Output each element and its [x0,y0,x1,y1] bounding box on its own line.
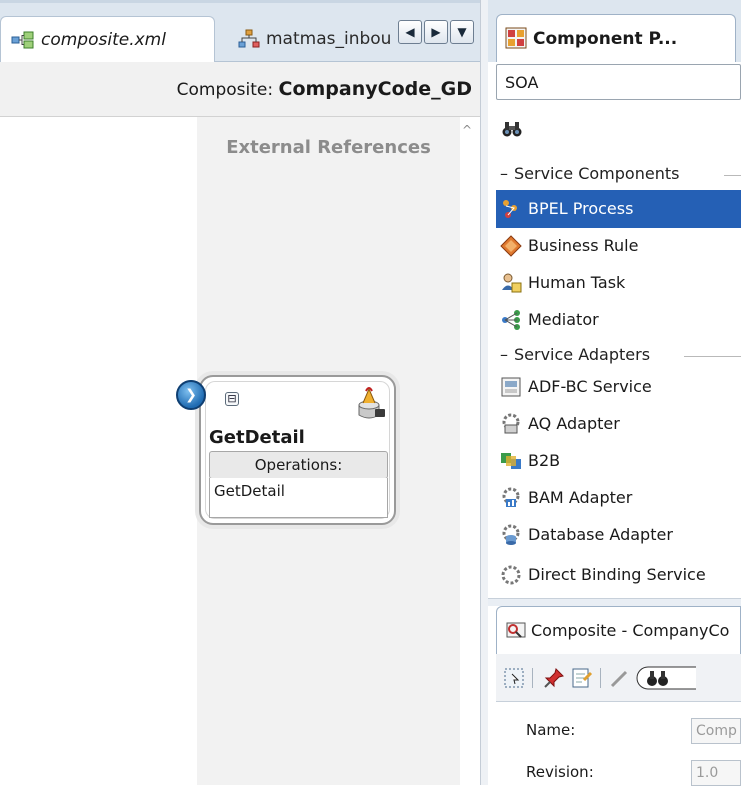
operations-list: GetDetail [209,478,388,518]
operations-header: Operations: [209,451,388,479]
collapse-toggle-icon[interactable]: ⊟ [225,392,239,406]
palette-item-mediator[interactable]: Mediator [496,301,741,339]
mediator-flow-icon [238,29,260,48]
component-palette-icon [505,27,527,49]
palette-search[interactable] [496,110,741,148]
section-rule [724,175,741,176]
palette-item-aq-adapter[interactable]: AQ Adapter [496,405,741,443]
property-field-name[interactable]: Comp [691,718,741,744]
palette-item-adf-bc-service[interactable]: ADF-BC Service [496,368,741,406]
tab-list-dropdown-icon[interactable]: ▼ [450,20,474,44]
palette-item-business-rule[interactable]: Business Rule [496,227,741,265]
tab-navigation-buttons: ◀ ▶ ▼ [398,20,474,44]
tab-matmas-inbound[interactable]: matmas_inbou [230,16,398,62]
palette-splitter[interactable] [488,598,741,606]
tab-component-palette[interactable]: Component P... [496,14,736,62]
operation-item[interactable]: GetDetail [214,482,285,500]
section-collapse-icon[interactable]: – [500,345,508,364]
interface-pin-icon[interactable]: ❯ [176,380,206,410]
composite-header: Composite: CompanyCode_GD [0,62,488,117]
human-task-icon [502,273,522,293]
web-service-icon [358,387,385,419]
composite-name: CompanyCode_GD [278,78,472,100]
pin-icon[interactable] [542,666,566,690]
canvas-vertical-scrollbar[interactable]: ^ [460,117,480,785]
palette-item-label: AQ Adapter [528,414,620,433]
tab-composite-label: composite.xml [41,29,166,50]
database-adapter-icon [502,524,520,545]
palette-item-label: Direct Binding Service [528,565,706,584]
palette-item-label: BAM Adapter [528,488,633,507]
getdetail-reference-component[interactable]: ⊟ GetDetail Operations: GetDetail [199,375,396,525]
section-title: Service Components [514,164,680,183]
palette-clipped-area: Direct Binding Service [496,556,741,598]
binoculars-icon[interactable] [502,120,522,138]
palette-category-select[interactable]: SOA [496,64,741,100]
business-rule-icon [500,235,522,257]
tab-bar-top-line [0,0,488,3]
scroll-left-icon[interactable]: ◀ [398,20,422,44]
scroll-up-icon[interactable]: ^ [462,123,472,137]
adf-bc-service-icon [501,377,521,397]
section-service-adapters[interactable]: – Service Adapters [496,344,741,368]
component-title: GetDetail [209,427,305,448]
property-label-revision: Revision: [526,763,594,781]
palette-tab-label: Component P... [533,29,678,49]
binoculars-icon[interactable] [636,666,696,690]
editor-tab-bar: composite.xml matmas_inbou ◀ ▶ ▼ [0,0,488,62]
tab-composite-xml[interactable]: composite.xml [0,16,215,62]
palette-item-label: B2B [528,451,561,470]
palette-item-label: Mediator [528,310,599,329]
palette-item-label: Human Task [528,273,626,292]
inspector-tab-label: Composite - CompanyCo [531,621,730,640]
swimlane-title: External References [226,137,431,158]
palette-item-label: BPEL Process [528,199,634,218]
b2b-icon [501,453,521,469]
palette-item-direct-binding[interactable]: Direct Binding Service [496,556,741,594]
palette-item-database-adapter[interactable]: Database Adapter [496,516,741,554]
palette-item-bam-adapter[interactable]: BAM Adapter [496,479,741,517]
section-service-components[interactable]: – Service Components [496,163,741,187]
section-collapse-icon[interactable]: – [500,164,508,183]
palette-item-label: ADF-BC Service [528,377,652,396]
composite-label: Composite: [176,80,274,100]
section-title: Service Adapters [514,345,651,364]
inspector-toolbar [496,654,741,702]
property-field-revision[interactable]: 1.0 [691,760,741,786]
bam-adapter-icon [502,487,520,507]
scroll-right-icon[interactable]: ▶ [424,20,448,44]
tab-matmas-label: matmas_inbou [266,29,392,49]
direct-binding-icon [501,565,521,585]
palette-category-value: SOA [505,73,539,92]
pencil-icon[interactable] [608,666,632,690]
bpel-process-icon [503,200,517,218]
palette-item-bpel-process[interactable]: BPEL Process [496,190,741,228]
palette-item-label: Database Adapter [528,525,673,544]
toolbar-separator [600,668,601,688]
property-label-name: Name: [526,721,576,739]
select-icon[interactable] [502,666,526,690]
property-inspector-icon [506,622,526,638]
aq-adapter-icon [502,413,520,434]
inspector-properties: Name: Comp Revision: 1.0 [496,702,741,786]
palette-item-b2b[interactable]: B2B [496,442,741,480]
tab-property-inspector[interactable]: Composite - CompanyCo [496,606,741,654]
edit-icon[interactable] [570,666,594,690]
panel-splitter[interactable] [480,0,488,785]
toolbar-separator [532,668,533,688]
section-rule [684,356,741,357]
palette-item-label: Business Rule [528,236,639,255]
mediator-icon [502,310,520,330]
composite-title: Composite: CompanyCode_GD [177,78,472,100]
palette-item-human-task[interactable]: Human Task [496,264,741,302]
composite-diagram-icon [11,31,34,48]
